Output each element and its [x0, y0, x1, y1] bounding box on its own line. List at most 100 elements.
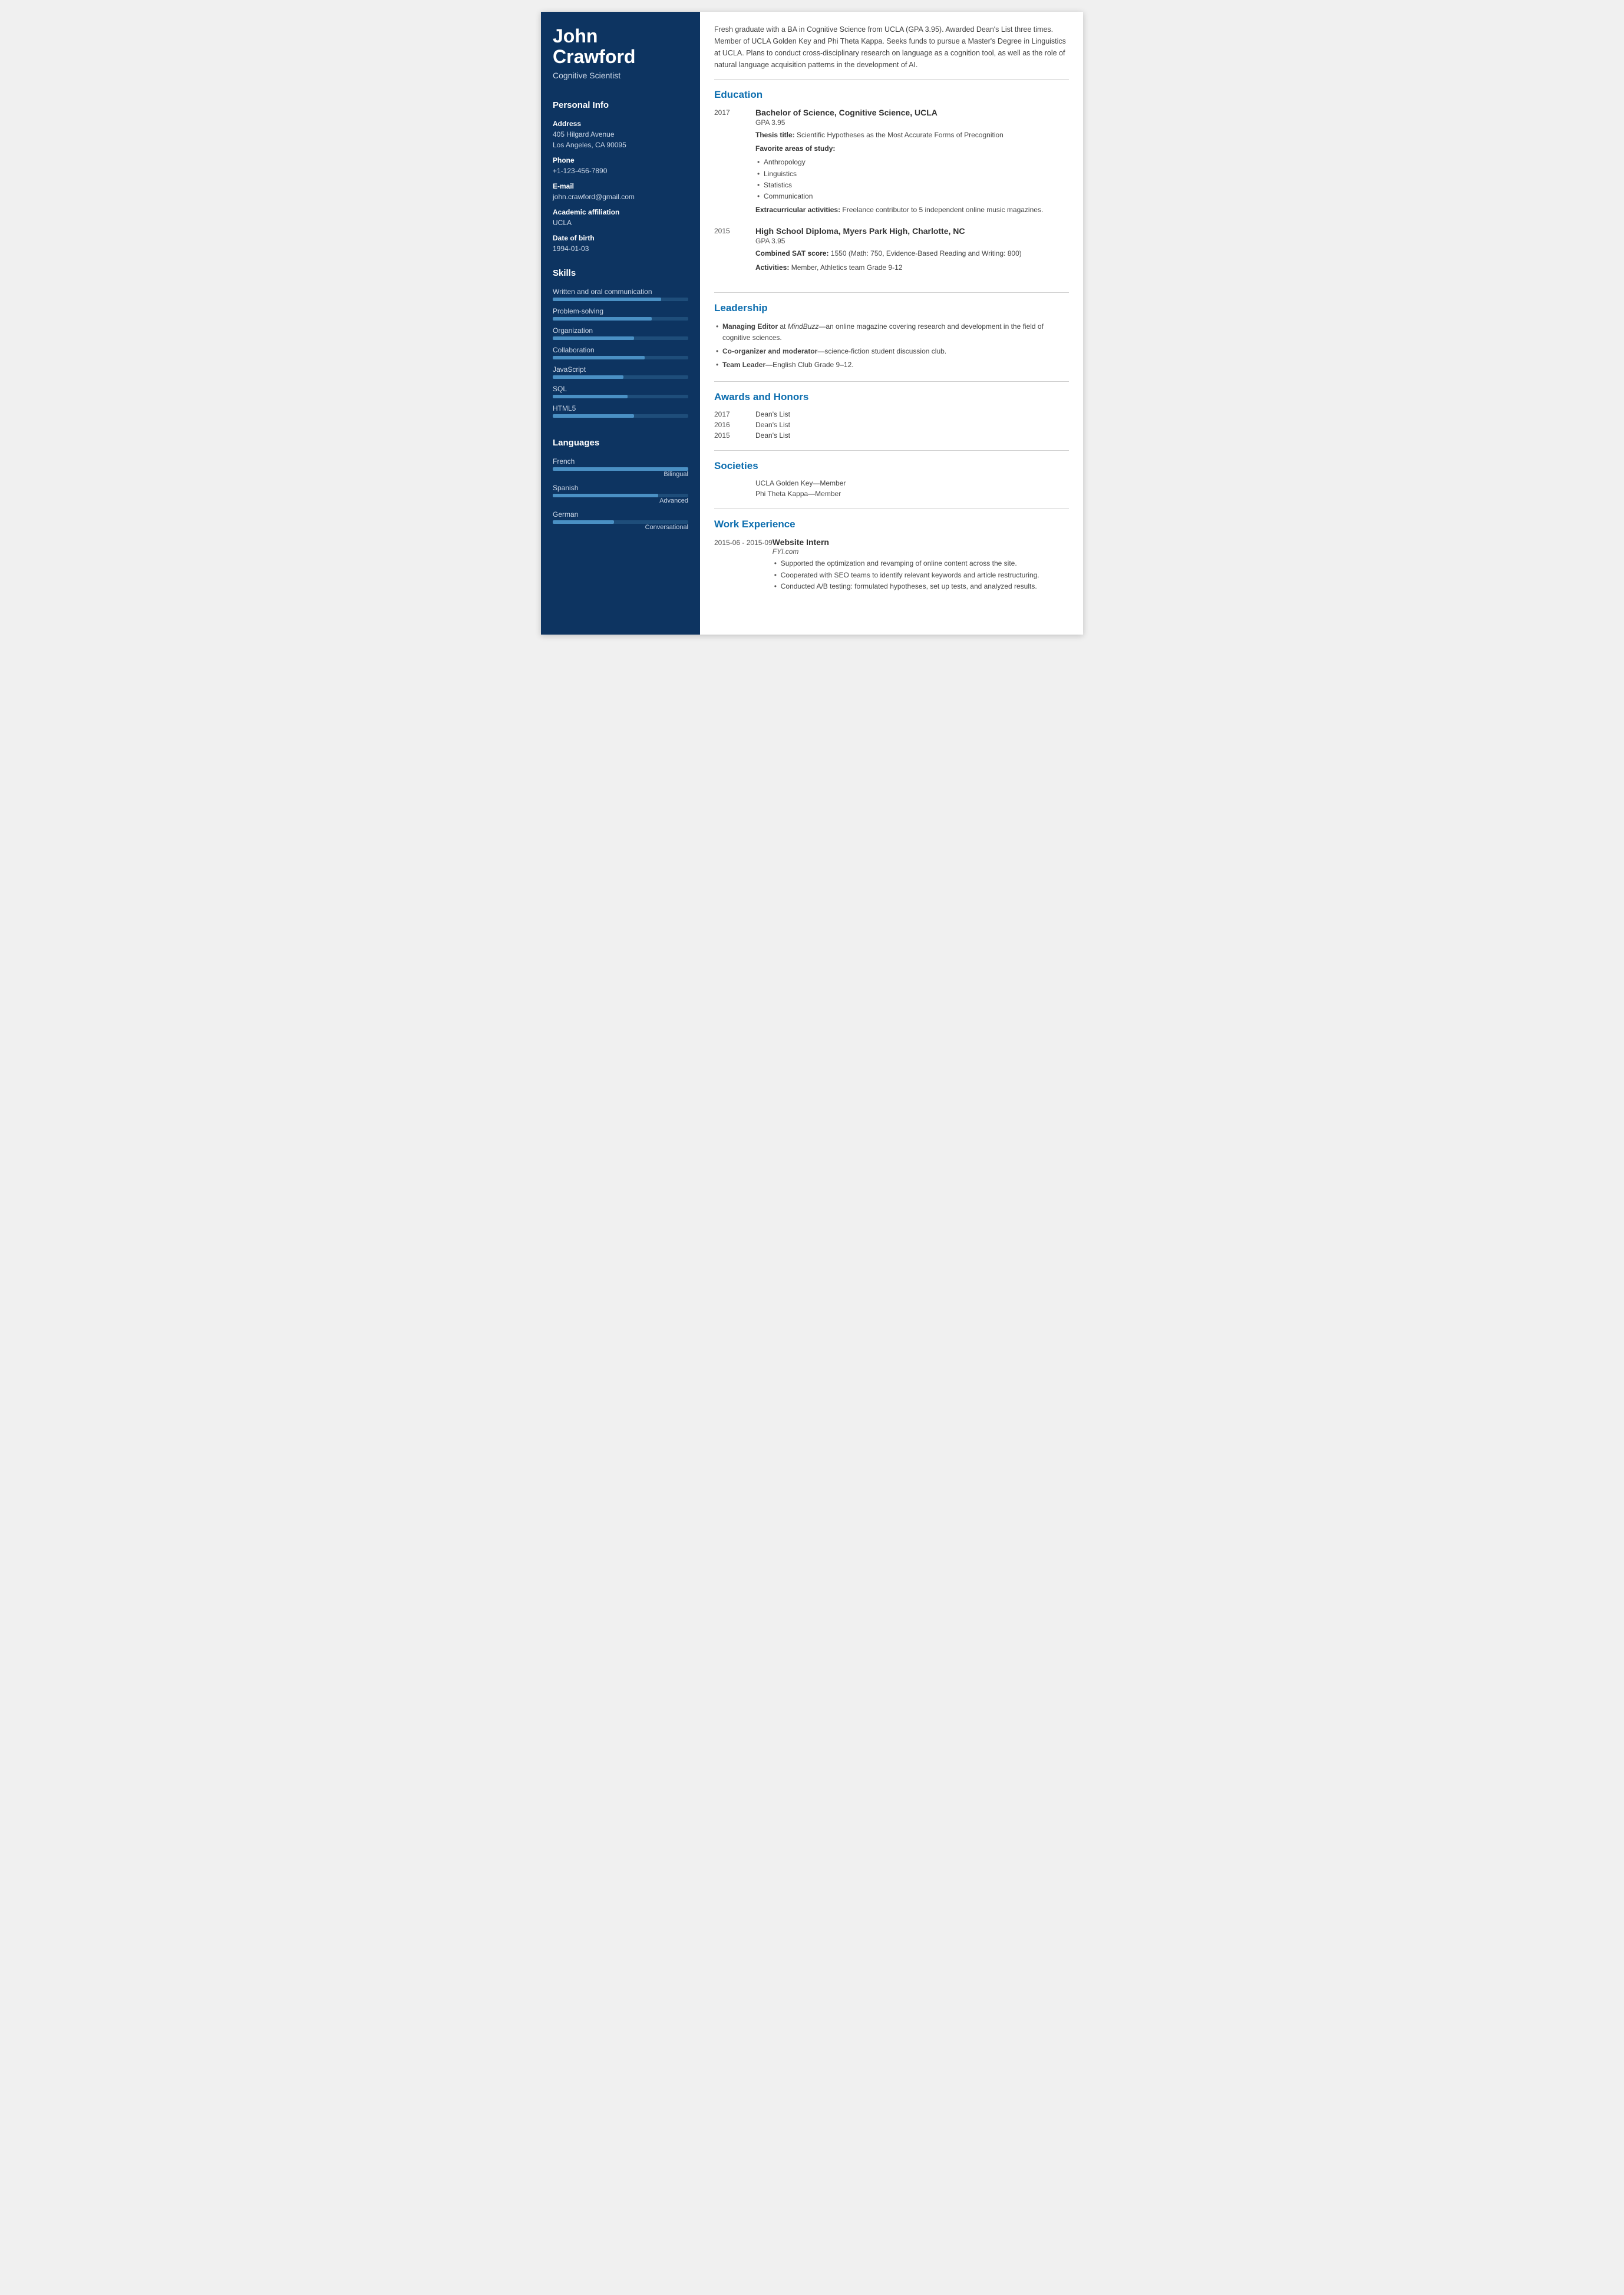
list-item: Statistics [755, 180, 1069, 191]
skills-list: Written and oral communication Problem-s… [553, 288, 688, 418]
award-title: Dean's List [755, 421, 790, 429]
skill-item: HTML5 [553, 404, 688, 418]
lang-level: Advanced [553, 497, 688, 504]
skill-label: SQL [553, 385, 688, 393]
edu-extra-0: Extracurricular activities: Freelance co… [755, 204, 1069, 216]
lang-level: Conversational [553, 524, 688, 531]
award-title: Dean's List [755, 410, 790, 418]
edu-degree-1: High School Diploma, Myers Park High, Ch… [755, 226, 1069, 236]
awards-section: Awards and Honors 2017 Dean's List 2016 … [714, 391, 1069, 451]
work-section: Work Experience 2015-06 - 2015-09 Websit… [714, 519, 1069, 611]
societies-title: Societies [714, 460, 1069, 472]
lang-bar-fill [553, 494, 658, 497]
skill-label: Written and oral communication [553, 288, 688, 296]
edu-thesis-0: Thesis title: Scientific Hypotheses as t… [755, 130, 1069, 141]
first-name: John [553, 25, 598, 47]
skill-bar-fill [553, 298, 661, 301]
list-item: Cooperated with SEO teams to identify re… [773, 570, 1069, 581]
sidebar: John Crawford Cognitive Scientist Person… [541, 12, 700, 635]
address-label: Address [553, 120, 688, 128]
email-value: john.crawford@gmail.com [553, 191, 688, 202]
skills-section: Skills Written and oral communication Pr… [541, 260, 700, 430]
language-item: French Bilingual [553, 457, 688, 478]
society-entry: Phi Theta Kappa—Member [714, 490, 1069, 498]
work-title-text: Website Intern [773, 537, 1069, 547]
lang-label: Spanish [553, 484, 688, 492]
skill-item: Organization [553, 326, 688, 340]
award-year: 2016 [714, 421, 755, 429]
skill-item: Problem-solving [553, 307, 688, 321]
edu-content-1: High School Diploma, Myers Park High, Ch… [755, 226, 1069, 275]
skill-bar-bg [553, 395, 688, 398]
work-entry: 2015-06 - 2015-09 Website Intern FYI.com… [714, 537, 1069, 595]
skill-item: Written and oral communication [553, 288, 688, 301]
lang-bar-bg [553, 494, 688, 497]
skill-bar-fill [553, 317, 652, 321]
skill-bar-bg [553, 414, 688, 418]
personal-info-section: Personal Info Address 405 Hilgard Avenue… [541, 92, 700, 260]
affiliation-label: Academic affiliation [553, 208, 688, 216]
languages-title: Languages [553, 438, 688, 450]
work-bullets: Supported the optimization and revamping… [773, 558, 1069, 592]
societies-list: UCLA Golden Key—Member Phi Theta Kappa—M… [714, 479, 1069, 498]
address-value: 405 Hilgard Avenue Los Angeles, CA 90095 [553, 129, 688, 150]
society-name: UCLA Golden Key—Member [755, 479, 846, 487]
last-name: Crawford [553, 46, 635, 67]
award-entry: 2015 Dean's List [714, 431, 1069, 440]
address-line2: Los Angeles, CA 90095 [553, 141, 626, 149]
skill-bar-fill [553, 414, 634, 418]
edu-fav-areas-list-0: Anthropology Linguistics Statistics Comm… [755, 157, 1069, 202]
list-item: Communication [755, 191, 1069, 202]
address-line1: 405 Hilgard Avenue [553, 130, 615, 138]
skill-bar-fill [553, 395, 628, 398]
skill-label: Problem-solving [553, 307, 688, 315]
edu-content-0: Bachelor of Science, Cognitive Science, … [755, 108, 1069, 218]
languages-list: French Bilingual Spanish Advanced German… [553, 457, 688, 531]
award-title: Dean's List [755, 431, 790, 440]
lang-bar-bg [553, 520, 688, 524]
society-entry: UCLA Golden Key—Member [714, 479, 1069, 487]
skills-title: Skills [553, 268, 688, 280]
awards-list: 2017 Dean's List 2016 Dean's List 2015 D… [714, 410, 1069, 440]
award-year: 2015 [714, 431, 755, 440]
lang-bar-fill [553, 520, 614, 524]
award-entry: 2016 Dean's List [714, 421, 1069, 429]
candidate-title: Cognitive Scientist [553, 71, 688, 80]
list-item: Conducted A/B testing: formulated hypoth… [773, 581, 1069, 592]
skill-label: Collaboration [553, 346, 688, 354]
phone-value: +1-123-456-7890 [553, 166, 688, 176]
work-date: 2015-06 - 2015-09 [714, 537, 773, 595]
list-item: Co-organizer and moderator—science-ficti… [714, 346, 1069, 357]
lang-level: Bilingual [553, 471, 688, 478]
language-item: German Conversational [553, 510, 688, 531]
list-item: Managing Editor at MindBuzz—an online ma… [714, 321, 1069, 344]
leadership-list: Managing Editor at MindBuzz—an online ma… [714, 321, 1069, 371]
main-content: Fresh graduate with a BA in Cognitive Sc… [700, 12, 1083, 635]
lang-bar-fill [553, 467, 688, 471]
edu-year-0: 2017 [714, 108, 755, 218]
languages-section: Languages French Bilingual Spanish Advan… [541, 430, 700, 543]
lang-label: German [553, 510, 688, 519]
work-content: Website Intern FYI.com Supported the opt… [773, 537, 1069, 595]
award-entry: 2017 Dean's List [714, 410, 1069, 418]
lang-label: French [553, 457, 688, 465]
education-section: Education 2017 Bachelor of Science, Cogn… [714, 89, 1069, 293]
skill-bar-bg [553, 375, 688, 379]
society-indent [714, 479, 755, 487]
education-entry-1: 2015 High School Diploma, Myers Park Hig… [714, 226, 1069, 275]
sidebar-header: John Crawford Cognitive Scientist [541, 12, 700, 92]
edu-sat-1: Combined SAT score: 1550 (Math: 750, Evi… [755, 248, 1069, 259]
work-company: FYI.com [773, 547, 1069, 556]
lang-bar-bg [553, 467, 688, 471]
skill-bar-bg [553, 298, 688, 301]
skill-label: JavaScript [553, 365, 688, 374]
edu-gpa-0: GPA 3.95 [755, 118, 1069, 127]
list-item: Linguistics [755, 169, 1069, 180]
resume-container: John Crawford Cognitive Scientist Person… [541, 12, 1083, 635]
skill-item: JavaScript [553, 365, 688, 379]
list-item: Team Leader—English Club Grade 9–12. [714, 359, 1069, 371]
affiliation-value: UCLA [553, 217, 688, 228]
skill-bar-fill [553, 375, 623, 379]
skill-bar-fill [553, 336, 634, 340]
skill-bar-bg [553, 356, 688, 359]
